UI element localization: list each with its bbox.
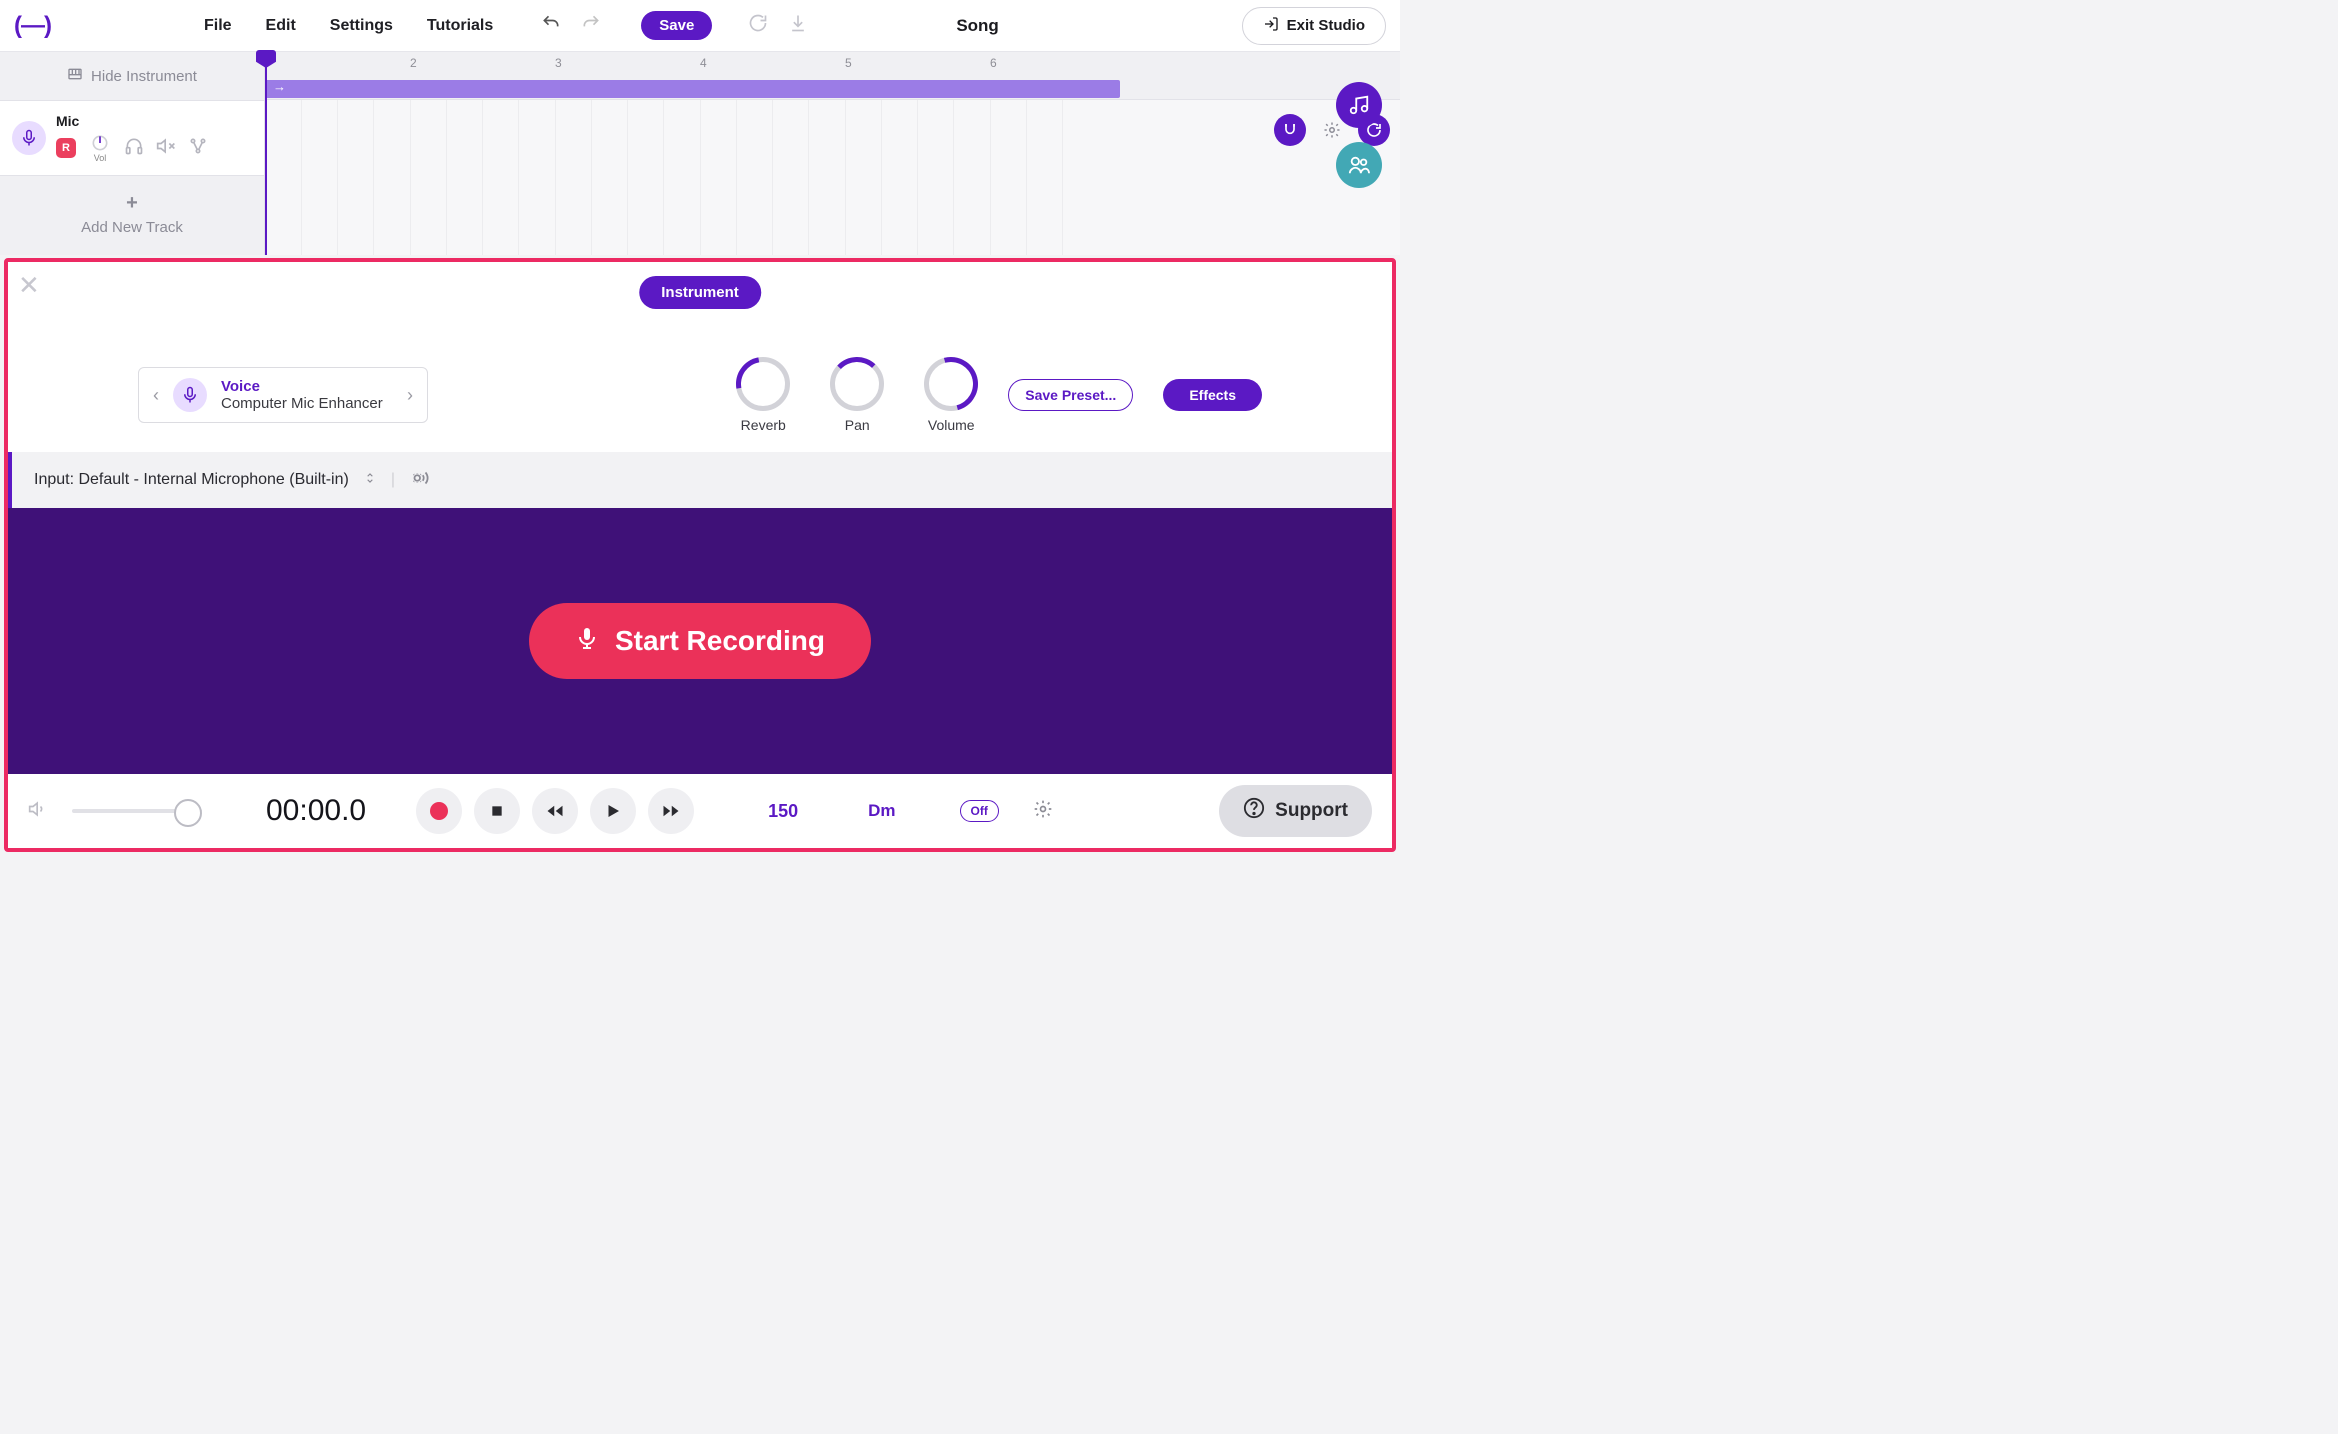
input-bar: Input: Default - Internal Microphone (Bu… [8, 452, 1392, 508]
vol-label: Vol [94, 153, 107, 163]
hide-instrument-label: Hide Instrument [91, 68, 197, 85]
support-button[interactable]: Support [1219, 785, 1372, 837]
reverb-label: Reverb [736, 417, 790, 433]
logo: (—) [14, 12, 51, 40]
play-button[interactable] [590, 788, 636, 834]
floating-right-buttons [1336, 82, 1382, 188]
transport-controls [416, 788, 694, 834]
pan-label: Pan [830, 417, 884, 433]
timeline-ruler[interactable]: 2 3 4 5 6 → [265, 52, 1400, 100]
menu-tutorials[interactable]: Tutorials [427, 17, 493, 35]
redo-icon[interactable] [581, 13, 601, 38]
recording-area: Start Recording [8, 508, 1392, 774]
speaker-icon[interactable] [28, 799, 48, 824]
fx-icon[interactable] [188, 136, 208, 161]
sync-icon[interactable] [748, 13, 768, 38]
master-volume-slider[interactable] [72, 809, 202, 813]
hide-instrument-toggle[interactable]: Hide Instrument [0, 52, 264, 100]
rewind-button[interactable] [532, 788, 578, 834]
start-recording-label: Start Recording [615, 625, 825, 657]
stop-button[interactable] [474, 788, 520, 834]
song-title[interactable]: Song [956, 16, 999, 36]
knobs-group: Reverb Pan Volume [736, 357, 978, 433]
magnet-snap-button[interactable] [1274, 114, 1306, 146]
ruler-4: 4 [700, 56, 707, 70]
loop-region[interactable] [265, 80, 1120, 98]
track-sidebar: Hide Instrument Mic R Vol [0, 52, 265, 255]
updown-icon[interactable] [363, 471, 377, 490]
voice-icon [173, 378, 207, 412]
close-icon[interactable]: ✕ [18, 270, 40, 301]
transport-settings-icon[interactable] [1033, 799, 1053, 824]
forward-button[interactable] [648, 788, 694, 834]
metronome-off-toggle[interactable]: Off [960, 800, 999, 822]
sync-download-group [748, 13, 808, 38]
tempo-display[interactable]: 150 [768, 801, 798, 822]
volume-label: Volume [924, 417, 978, 433]
undo-icon[interactable] [541, 13, 561, 38]
menu-settings[interactable]: Settings [330, 17, 393, 35]
instrument-row: ‹ Voice Computer Mic Enhancer › Reverb P… [8, 350, 1392, 440]
transport-bar: 00:00.0 150 Dm Off Support [8, 774, 1392, 848]
workspace: Hide Instrument Mic R Vol [0, 52, 1400, 255]
headphones-icon[interactable] [124, 136, 144, 161]
mic-icon [575, 625, 599, 657]
playhead[interactable] [265, 52, 267, 255]
help-icon [1243, 797, 1265, 825]
exit-icon [1263, 16, 1279, 36]
monitor-settings-icon[interactable] [409, 467, 431, 494]
instrument-tab[interactable]: Instrument [639, 276, 761, 309]
add-track-button[interactable]: + Add New Track [0, 176, 264, 252]
volume-knob-mini[interactable]: Vol [88, 133, 112, 163]
instrument-name: Voice [221, 378, 383, 395]
track-meta: Mic R Vol [56, 113, 252, 163]
chevron-left-icon[interactable]: ‹ [153, 385, 159, 406]
mute-icon[interactable] [156, 136, 176, 161]
ruler-5: 5 [845, 56, 852, 70]
menu-edit[interactable]: Edit [266, 17, 296, 35]
add-track-label: Add New Track [81, 219, 183, 236]
ruler-6: 6 [990, 56, 997, 70]
plus-icon: + [126, 192, 138, 215]
save-preset-button[interactable]: Save Preset... [1008, 379, 1133, 411]
track-name: Mic [56, 113, 252, 129]
key-display[interactable]: Dm [868, 801, 895, 821]
ruler-3: 3 [555, 56, 562, 70]
ruler-2: 2 [410, 56, 417, 70]
effects-button[interactable]: Effects [1163, 379, 1262, 411]
timecode: 00:00.0 [266, 794, 366, 828]
reverb-knob[interactable]: Reverb [736, 357, 790, 433]
track-row[interactable]: Mic R Vol [0, 100, 264, 176]
mic-track-icon [12, 121, 46, 155]
record-button[interactable] [416, 788, 462, 834]
exit-label: Exit Studio [1287, 17, 1365, 34]
piano-icon [67, 66, 83, 86]
pan-knob[interactable]: Pan [830, 357, 884, 433]
start-recording-button[interactable]: Start Recording [529, 603, 871, 679]
volume-knob[interactable]: Volume [924, 357, 978, 433]
music-library-button[interactable] [1336, 82, 1382, 128]
track-controls: R Vol [56, 133, 252, 163]
save-button[interactable]: Save [641, 11, 712, 40]
input-label[interactable]: Input: Default - Internal Microphone (Bu… [34, 471, 349, 489]
instrument-selector[interactable]: ‹ Voice Computer Mic Enhancer › [138, 367, 428, 423]
instrument-panel: ✕ Instrument ‹ Voice Computer Mic Enhanc… [4, 258, 1396, 852]
timeline[interactable]: 2 3 4 5 6 → [265, 52, 1400, 255]
menubar: (—) File Edit Settings Tutorials Save So… [0, 0, 1400, 52]
support-label: Support [1275, 800, 1348, 822]
menu-group: File Edit Settings Tutorials [204, 17, 493, 35]
record-arm-indicator[interactable]: R [56, 138, 76, 158]
exit-studio-button[interactable]: Exit Studio [1242, 7, 1386, 45]
instrument-preset: Computer Mic Enhancer [221, 395, 383, 412]
timeline-lanes[interactable] [265, 100, 1400, 255]
menu-file[interactable]: File [204, 17, 232, 35]
chevron-right-icon[interactable]: › [407, 385, 413, 406]
undo-redo-group [541, 13, 601, 38]
arrow-right-icon: → [273, 79, 286, 94]
collaborators-button[interactable] [1336, 142, 1382, 188]
download-icon[interactable] [788, 13, 808, 38]
